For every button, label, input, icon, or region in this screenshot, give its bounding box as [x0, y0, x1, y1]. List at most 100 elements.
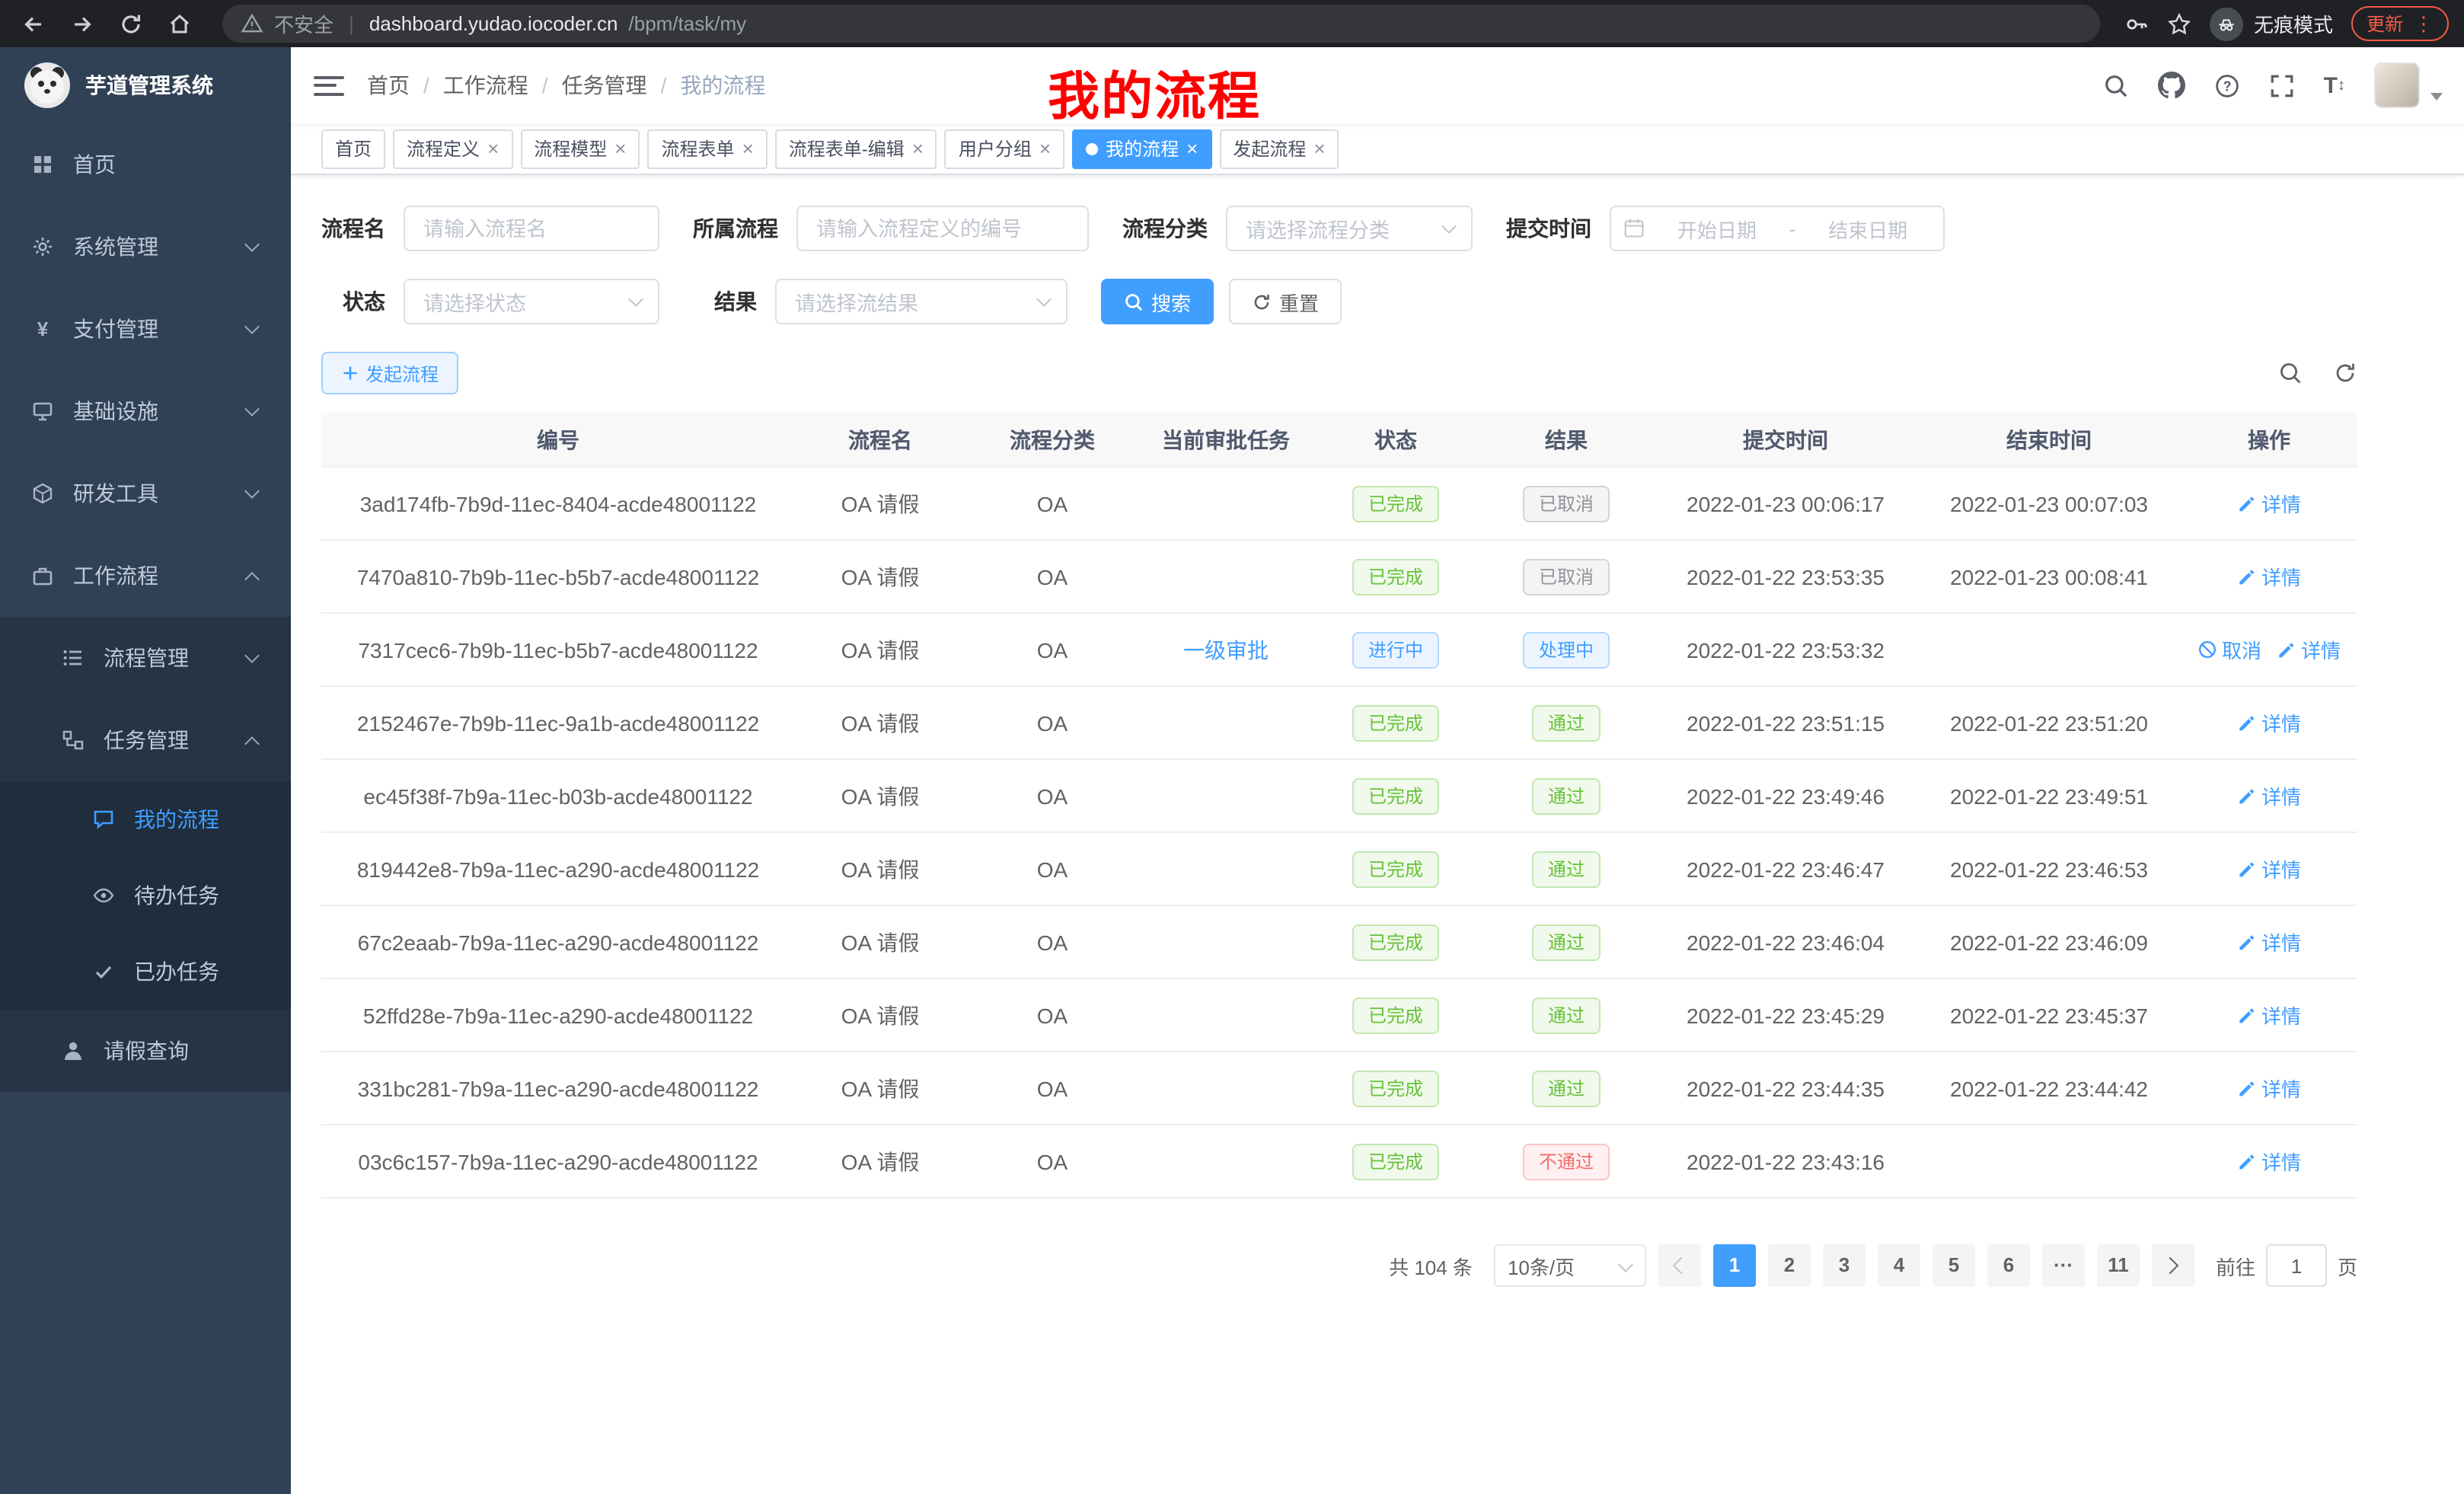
key-icon[interactable]	[2124, 11, 2149, 36]
sidebar-item[interactable]: 流程管理	[0, 617, 291, 699]
browser-home-icon[interactable]	[161, 5, 198, 42]
sidebar-item[interactable]: 工作流程	[0, 535, 291, 617]
process-category: OA	[965, 710, 1139, 735]
column-header[interactable]: 结束时间	[1917, 424, 2181, 455]
help-icon[interactable]: ?	[2214, 72, 2240, 98]
tab[interactable]: 用户分组 ×	[945, 129, 1064, 168]
sidebar-item[interactable]: 请假查询	[0, 1010, 291, 1092]
chevron-icon	[244, 647, 260, 662]
sidebar-item[interactable]: 任务管理	[0, 699, 291, 781]
browser-reload-icon[interactable]	[113, 5, 149, 42]
address-bar[interactable]: 不安全 | dashboard.yudao.iocoder.cn/bpm/tas…	[222, 5, 2100, 43]
sidebar-item[interactable]: 已办任务	[0, 934, 291, 1010]
column-header[interactable]: 编号	[321, 424, 795, 455]
tab[interactable]: 首页	[321, 129, 385, 168]
column-header[interactable]: 操作	[2181, 424, 2357, 455]
breadcrumb-separator: /	[661, 73, 667, 97]
page-button[interactable]: 2	[1768, 1244, 1811, 1287]
tab[interactable]: 流程模型 ×	[520, 129, 640, 168]
page-button[interactable]: 5	[1933, 1244, 1975, 1287]
create-process-button[interactable]: 发起流程	[321, 352, 458, 394]
detail-link[interactable]: 详情	[2237, 927, 2301, 956]
browser-back-icon[interactable]	[15, 5, 52, 42]
sidebar-item[interactable]: 待办任务	[0, 857, 291, 934]
status-select[interactable]: 请选择状态	[404, 279, 659, 324]
sidebar-item[interactable]: 基础设施	[0, 370, 291, 452]
process-id: 52ffd28e-7b9a-11ec-a290-acde48001122	[321, 1003, 795, 1027]
detail-link[interactable]: 详情	[2277, 635, 2341, 664]
detail-link[interactable]: 详情	[2237, 854, 2301, 883]
process-name-input[interactable]	[404, 206, 659, 251]
column-header[interactable]: 提交时间	[1654, 424, 1917, 455]
close-icon[interactable]: ×	[912, 139, 924, 158]
process-name: OA 请假	[795, 927, 965, 957]
close-icon[interactable]: ×	[487, 139, 499, 158]
search-icon[interactable]	[2103, 72, 2129, 98]
prev-page-button[interactable]	[1658, 1244, 1701, 1287]
column-header[interactable]: 结果	[1479, 424, 1654, 455]
tab[interactable]: 我的流程 ×	[1072, 129, 1211, 168]
close-icon[interactable]: ×	[742, 139, 754, 158]
page-size-select[interactable]: 10条/页	[1494, 1244, 1646, 1287]
user-avatar[interactable]	[2374, 62, 2443, 108]
cancel-link[interactable]: 取消	[2197, 635, 2261, 664]
sidebar-item[interactable]: 研发工具	[0, 452, 291, 535]
tab[interactable]: 流程表单 ×	[647, 129, 767, 168]
tab[interactable]: 流程表单-编辑 ×	[775, 129, 937, 168]
page-button[interactable]: 3	[1823, 1244, 1866, 1287]
sidebar-item[interactable]: 系统管理	[0, 206, 291, 288]
column-header[interactable]: 状态	[1313, 424, 1479, 455]
column-header[interactable]: 流程名	[795, 424, 965, 455]
chevron-left-icon	[1674, 1257, 1691, 1275]
search-button[interactable]: 搜索	[1101, 279, 1214, 324]
parent-process-input[interactable]	[796, 206, 1089, 251]
detail-link[interactable]: 详情	[2237, 489, 2301, 518]
page-button[interactable]: 11	[2097, 1244, 2140, 1287]
tab[interactable]: 发起流程 ×	[1219, 129, 1339, 168]
refresh-icon[interactable]	[2333, 361, 2357, 385]
detail-link[interactable]: 详情	[2237, 1147, 2301, 1176]
current-task-link[interactable]: 一级审批	[1183, 637, 1269, 662]
more-pages-button[interactable]: ···	[2042, 1244, 2085, 1287]
breadcrumb-item[interactable]: 任务管理	[562, 70, 647, 101]
breadcrumb-item[interactable]: 我的流程	[680, 70, 765, 101]
detail-link[interactable]: 详情	[2237, 1001, 2301, 1030]
column-header[interactable]: 流程分类	[965, 424, 1139, 455]
close-icon[interactable]: ×	[1186, 139, 1198, 158]
show-search-icon[interactable]	[2278, 361, 2303, 385]
hamburger-icon[interactable]	[314, 75, 344, 95]
column-header[interactable]: 当前审批任务	[1139, 424, 1313, 455]
category-select[interactable]: 请选择流程分类	[1226, 206, 1473, 251]
sidebar-item[interactable]: ¥ 支付管理	[0, 288, 291, 370]
browser-forward-icon[interactable]	[64, 5, 101, 42]
github-icon[interactable]	[2158, 72, 2185, 99]
breadcrumb-item[interactable]: 工作流程	[443, 70, 528, 101]
page-button[interactable]: 4	[1878, 1244, 1920, 1287]
reset-button[interactable]: 重置	[1229, 279, 1342, 324]
close-icon[interactable]: ×	[1313, 139, 1325, 158]
detail-link[interactable]: 详情	[2237, 781, 2301, 810]
detail-link[interactable]: 详情	[2237, 562, 2301, 591]
browser-update-button[interactable]: 更新 ⋮	[2351, 6, 2449, 41]
bookmark-star-icon[interactable]	[2167, 11, 2191, 36]
detail-link[interactable]: 详情	[2237, 708, 2301, 737]
sidebar-item[interactable]: 我的流程	[0, 781, 291, 857]
process-id: 7470a810-7b9b-11ec-b5b7-acde48001122	[321, 564, 795, 589]
font-size-icon[interactable]: T↕	[2324, 72, 2345, 98]
start-date-placeholder[interactable]: 开始日期	[1654, 214, 1780, 243]
browser-menu-icon[interactable]: ⋮	[2414, 11, 2434, 36]
close-icon[interactable]: ×	[1039, 139, 1051, 158]
submit-time-range-picker[interactable]: 开始日期 - 结束日期	[1610, 206, 1945, 251]
tab[interactable]: 流程定义 ×	[393, 129, 512, 168]
sidebar-item[interactable]: 首页	[0, 123, 291, 206]
end-date-placeholder[interactable]: 结束日期	[1805, 214, 1931, 243]
page-button[interactable]: 6	[1987, 1244, 2030, 1287]
close-icon[interactable]: ×	[614, 139, 626, 158]
result-select[interactable]: 请选择流结果	[775, 279, 1068, 324]
goto-page-input[interactable]	[2266, 1244, 2327, 1287]
detail-link[interactable]: 详情	[2237, 1074, 2301, 1103]
next-page-button[interactable]	[2152, 1244, 2194, 1287]
fullscreen-icon[interactable]	[2269, 72, 2295, 98]
breadcrumb-item[interactable]: 首页	[367, 70, 410, 101]
page-button[interactable]: 1	[1713, 1244, 1756, 1287]
